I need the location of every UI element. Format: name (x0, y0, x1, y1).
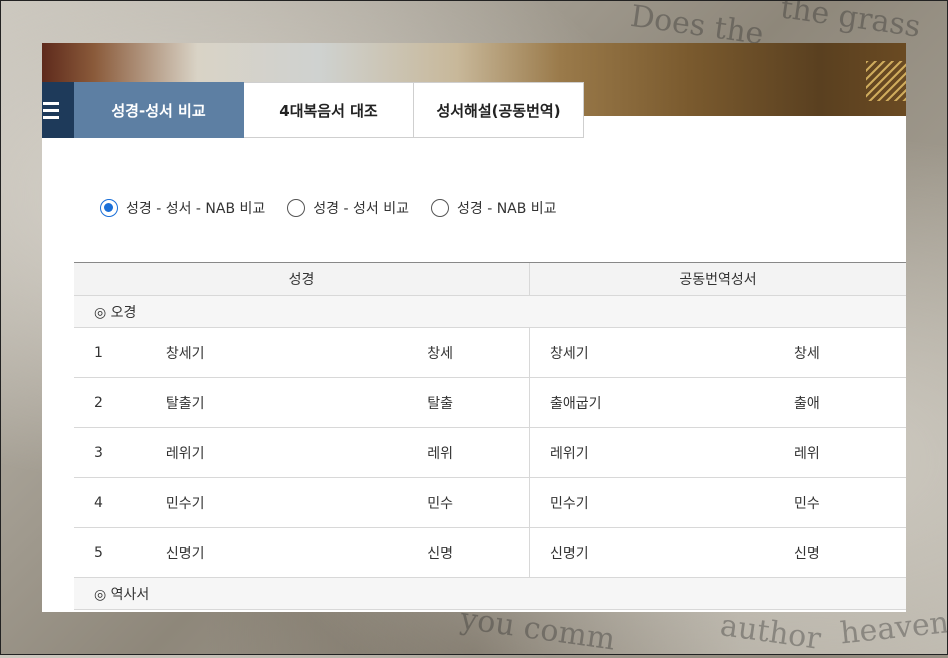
table-row[interactable]: 5 신명기 신명 신명기 신명 (74, 528, 906, 578)
translation-book-abbr: 신명 (794, 545, 820, 562)
book-number: 3 (94, 444, 103, 461)
radio-option-nab[interactable]: 성경 - NAB 비교 (430, 198, 557, 218)
table-header: 성경 공동번역성서 (74, 263, 906, 296)
tab-commentary[interactable]: 성서해설(공동번역) (414, 82, 584, 138)
book-name[interactable]: 레위기 (166, 443, 427, 463)
banner-decoration (866, 61, 906, 101)
tab-bar: 성경-성서 비교 4대복음서 대조 성서해설(공동번역) (42, 82, 584, 138)
table-row[interactable]: 2 탈출기 탈출 출애굽기 출애 (74, 378, 906, 428)
book-abbr: 창세 (427, 345, 453, 362)
table-row[interactable]: 3 레위기 레위 레위기 레위 (74, 428, 906, 478)
radio-unchecked-icon[interactable] (430, 199, 449, 217)
radio-checked-icon[interactable] (100, 199, 118, 217)
translation-book-name[interactable]: 출애굽기 (530, 393, 794, 413)
section-pentateuch: ◎ 오경 (74, 296, 906, 328)
radio-label: 성경 - 성서 - NAB 비교 (126, 201, 266, 217)
radio-option-three-way[interactable]: 성경 - 성서 - NAB 비교 (100, 198, 265, 218)
background-text-2: the grass (778, 0, 923, 45)
book-number: 1 (94, 344, 103, 361)
translation-book-name[interactable]: 레위기 (530, 443, 794, 463)
book-abbr: 민수 (427, 495, 453, 512)
comparison-mode-radios: 성경 - 성서 - NAB 비교 성경 - 성서 비교 성경 - NAB 비교 (100, 198, 579, 218)
radio-label: 성경 - NAB 비교 (456, 201, 557, 217)
header-bible: 성경 (74, 263, 530, 295)
section-historical: ◎ 역사서 (74, 578, 906, 610)
book-abbr: 탈출 (427, 395, 453, 412)
book-abbr: 신명 (427, 545, 453, 562)
main-panel: 성경-성서 비교 4대복음서 대조 성서해설(공동번역) 성경 - 성서 - N… (42, 43, 906, 612)
hamburger-menu-icon[interactable] (42, 82, 74, 138)
radio-label: 성경 - 성서 비교 (313, 201, 409, 217)
radio-option-two-way[interactable]: 성경 - 성서 비교 (287, 198, 409, 218)
book-abbr: 레위 (427, 445, 453, 462)
tab-bible-comparison[interactable]: 성경-성서 비교 (74, 82, 244, 138)
background-text-4: author (718, 608, 823, 657)
translation-book-abbr: 레위 (794, 445, 820, 462)
tab-four-gospels[interactable]: 4대복음서 대조 (244, 82, 414, 138)
translation-book-abbr: 민수 (794, 495, 820, 512)
book-number: 4 (94, 494, 103, 511)
translation-book-abbr: 출애 (794, 395, 820, 412)
table-row[interactable]: 1 창세기 창세 창세기 창세 (74, 328, 906, 378)
book-name[interactable]: 민수기 (166, 493, 427, 513)
translation-book-abbr: 창세 (794, 345, 820, 362)
book-name[interactable]: 탈출기 (166, 393, 427, 413)
translation-book-name[interactable]: 민수기 (530, 493, 794, 513)
translation-book-name[interactable]: 창세기 (530, 343, 794, 363)
book-number: 2 (94, 394, 103, 411)
book-name[interactable]: 신명기 (166, 543, 427, 563)
header-common-translation: 공동번역성서 (679, 272, 757, 288)
table-row[interactable]: 4 민수기 민수 민수기 민수 (74, 478, 906, 528)
translation-book-name[interactable]: 신명기 (530, 543, 794, 563)
book-name[interactable]: 창세기 (166, 343, 427, 363)
radio-unchecked-icon[interactable] (287, 199, 306, 217)
books-table: 성경 공동번역성서 ◎ 오경 1 창세기 창세 창세기 창세 2 탈출기 탈출 … (74, 262, 906, 610)
book-number: 5 (94, 544, 103, 561)
